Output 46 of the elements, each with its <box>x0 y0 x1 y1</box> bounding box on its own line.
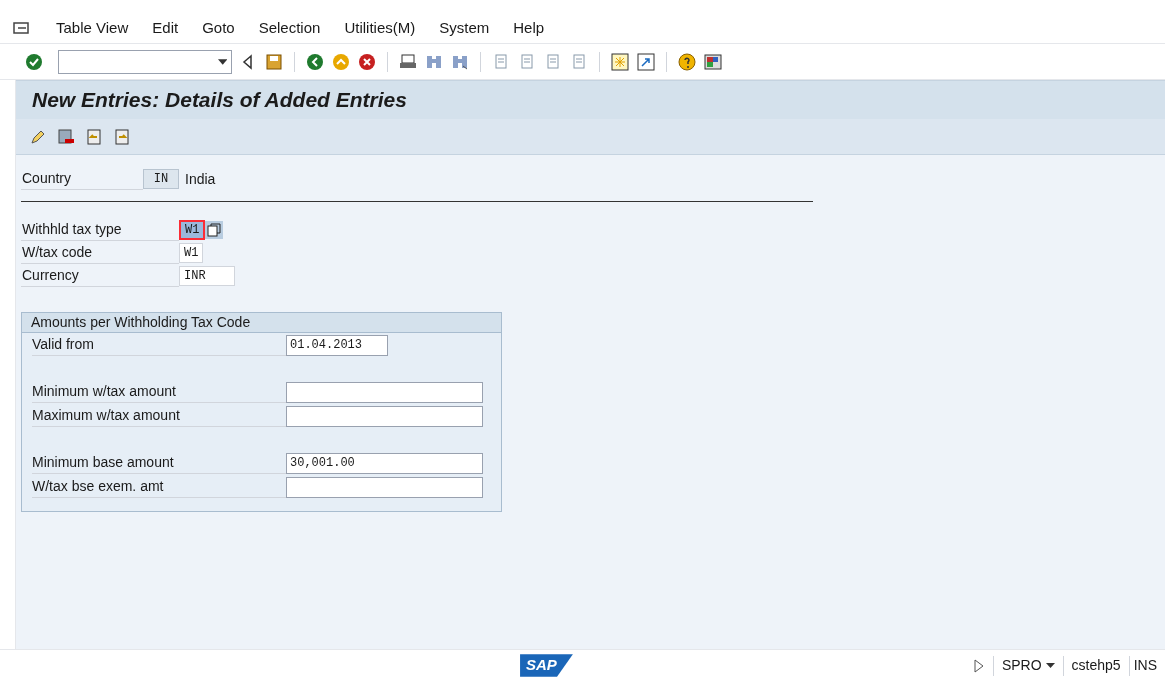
field-label: Valid from <box>32 334 286 356</box>
check-icon[interactable] <box>24 51 44 72</box>
previous-entry-icon[interactable] <box>84 126 104 147</box>
input-field[interactable]: W1 <box>179 219 206 240</box>
menu-item[interactable]: Selection <box>246 17 333 40</box>
input-mode: INS <box>1132 656 1158 675</box>
value-help-icon[interactable] <box>205 220 224 239</box>
country-field[interactable]: IN <box>143 169 179 189</box>
cancel-icon[interactable] <box>357 51 377 72</box>
delete-icon[interactable] <box>56 126 76 147</box>
field-label: Maximum w/tax amount <box>32 405 286 427</box>
new-window-icon[interactable] <box>610 51 630 72</box>
field-label: W/tax bse exem. amt <box>32 476 286 498</box>
menu-item[interactable]: Table View <box>44 17 141 40</box>
menu-item[interactable]: Goto <box>190 17 247 40</box>
save-icon[interactable] <box>264 51 284 72</box>
input-field[interactable]: 01.04.2013 <box>286 334 388 356</box>
field-label: Minimum base amount <box>32 452 286 474</box>
menu-item[interactable]: Edit <box>140 17 191 40</box>
menu-item[interactable]: Utilities(M) <box>332 17 428 40</box>
up-icon[interactable] <box>331 51 351 72</box>
caret-icon <box>1045 663 1055 668</box>
input-field[interactable] <box>286 476 483 498</box>
input-field[interactable] <box>286 381 483 403</box>
input-field[interactable]: 30,001.00 <box>286 452 483 474</box>
shortcut-icon[interactable] <box>636 51 656 72</box>
screen-title: New Entries: Details of Added Entries <box>32 87 407 114</box>
caret-icon <box>217 58 227 65</box>
menu-item[interactable]: Help <box>501 17 557 40</box>
logo: SAP <box>520 654 573 677</box>
layout-icon[interactable] <box>703 51 723 72</box>
transaction-code[interactable]: SPRO <box>993 655 1063 676</box>
next-entry-icon[interactable] <box>112 126 132 147</box>
back-icon[interactable] <box>305 51 325 72</box>
group-title: Amounts per Withholding Tax Code <box>31 313 251 332</box>
country-name: India <box>185 169 216 189</box>
input-field[interactable]: W1 <box>179 242 204 263</box>
help-icon[interactable] <box>677 51 697 72</box>
expand-icon[interactable] <box>972 658 985 673</box>
system-name: cstehp5 <box>1070 656 1122 675</box>
input-field[interactable] <box>286 405 483 427</box>
command-field[interactable] <box>58 49 232 74</box>
menu-item[interactable]: System <box>427 17 502 40</box>
menu-icon[interactable] <box>12 20 32 37</box>
input-field[interactable]: INR <box>179 265 235 286</box>
field-label: Minimum w/tax amount <box>32 381 286 403</box>
